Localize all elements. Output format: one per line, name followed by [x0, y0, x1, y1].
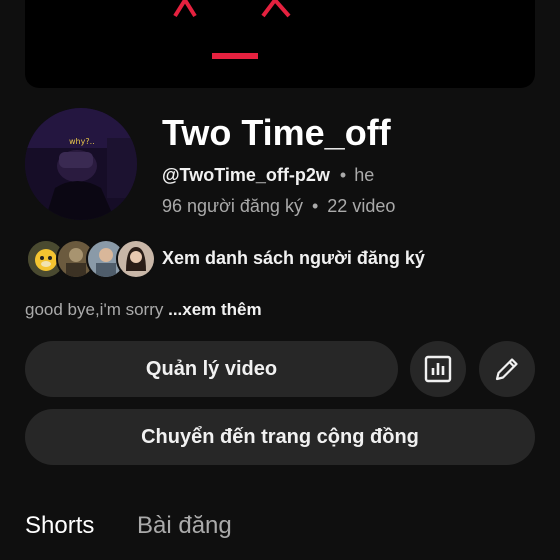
subscriber-list-row[interactable]: Xem danh sách người đăng ký [26, 239, 546, 279]
channel-handle: @TwoTime_off-p2w [162, 165, 330, 185]
channel-handle-suffix: he [354, 165, 375, 185]
tab-posts[interactable]: Bài đăng [137, 512, 232, 540]
channel-avatar[interactable]: why?.. [25, 108, 137, 220]
edit-channel-button[interactable] [479, 341, 535, 397]
woman-avatar-icon [116, 239, 156, 279]
avatar-image: why?.. [25, 108, 137, 220]
video-count: 22 video [327, 196, 396, 216]
channel-name: Two Time_off [162, 112, 391, 153]
show-more-link[interactable]: ...xem thêm [168, 300, 262, 319]
manage-videos-button[interactable]: Quản lý video [25, 341, 398, 397]
channel-handle-row: @TwoTime_off-p2w • he [162, 165, 374, 186]
analytics-button[interactable] [410, 341, 466, 397]
separator-dot: • [339, 165, 347, 185]
channel-stats: 96 người đăng ký • 22 video [162, 196, 395, 217]
avatar-caption: why?.. [69, 137, 95, 146]
subscriber-list-link[interactable]: Xem danh sách người đăng ký [162, 248, 425, 269]
channel-description[interactable]: good bye,i'm sorry ...xem thêm [25, 300, 262, 320]
banner-face-art [173, 0, 291, 59]
subscriber-count: 96 người đăng ký [162, 196, 303, 216]
channel-banner [25, 0, 535, 88]
pencil-icon [495, 358, 518, 381]
separator-dot: • [311, 196, 319, 216]
analytics-icon [424, 355, 452, 383]
description-text: good bye,i'm sorry [25, 300, 164, 319]
tab-shorts[interactable]: Shorts [25, 512, 94, 540]
community-page-button[interactable]: Chuyển đến trang cộng đồng [25, 409, 535, 465]
